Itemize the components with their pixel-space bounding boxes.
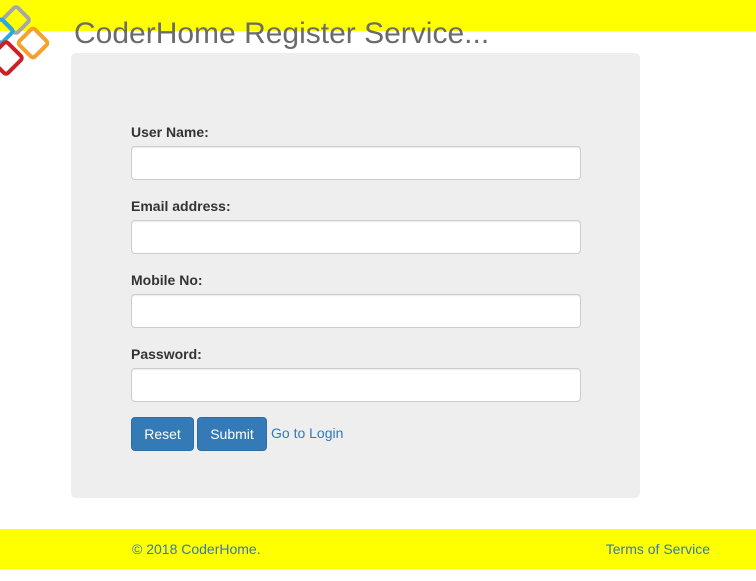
email-input[interactable] <box>131 220 581 254</box>
email-label: Email address: <box>131 198 231 214</box>
copyright-text: © 2018 CoderHome. <box>132 541 261 557</box>
footer-bar: © 2018 CoderHome. Terms of Service <box>0 529 756 569</box>
submit-button[interactable]: Submit <box>197 417 267 451</box>
logo-icon <box>0 5 50 76</box>
terms-of-service-link[interactable]: Terms of Service <box>606 541 710 557</box>
reset-button[interactable]: Reset <box>131 417 194 451</box>
go-to-login-link[interactable]: Go to Login <box>271 424 343 442</box>
register-panel: User Name: Email address: Mobile No: Pas… <box>71 53 640 498</box>
mobile-input[interactable] <box>131 294 581 328</box>
username-input[interactable] <box>131 146 581 180</box>
mobile-label: Mobile No: <box>131 272 203 288</box>
password-label: Password: <box>131 346 202 362</box>
username-label: User Name: <box>131 124 209 140</box>
password-input[interactable] <box>131 368 581 402</box>
page-title: CoderHome Register Service... <box>74 17 490 50</box>
